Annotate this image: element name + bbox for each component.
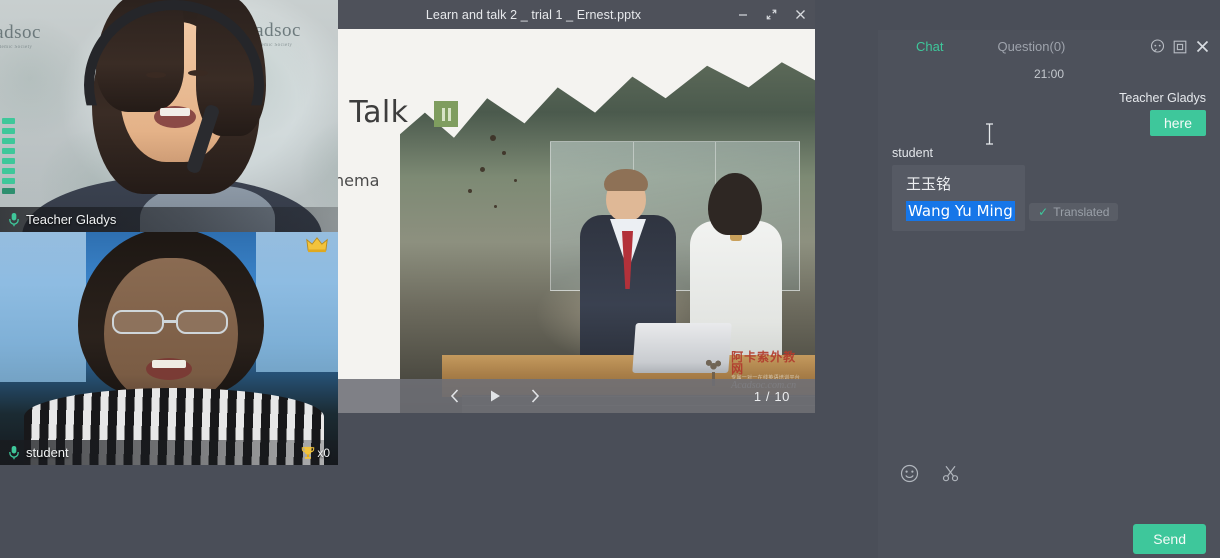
paint-splatter — [514, 179, 517, 182]
video-column: Acadsoc Online Academic Society Acadsoc … — [0, 0, 338, 465]
chat-panel: Chat Question(0) — [878, 30, 1220, 558]
send-button[interactable]: Send — [1133, 524, 1206, 554]
teacher-eye-right — [188, 70, 208, 76]
window-restore-icon[interactable] — [757, 0, 786, 29]
message-text-original: 王玉铭 — [906, 173, 1015, 194]
send-button-row: Send — [1133, 524, 1206, 554]
slide-window-titlebar[interactable]: Learn and talk 2 _ trial 1 _ Ernest.pptx — [338, 0, 815, 29]
audio-level-bar — [2, 178, 15, 184]
check-icon: ✓ — [1038, 205, 1048, 219]
next-slide-icon[interactable] — [515, 379, 555, 413]
watermark-chinese: 阿卡索外教网 — [731, 351, 807, 376]
paint-splatter — [494, 205, 497, 208]
message-bubble[interactable]: 王玉铭 Wang Yu Ming — [892, 165, 1025, 231]
student-glasses-left — [112, 310, 164, 334]
trophy-count: x0 — [317, 446, 330, 460]
chat-panel-header: Chat Question(0) — [878, 30, 1220, 63]
teacher-tile-label: Teacher Gladys — [0, 207, 338, 232]
chat-message-list[interactable]: 21:00 Teacher Gladys here student 王玉铭 Wa… — [878, 67, 1220, 452]
chat-input-area[interactable]: Send — [878, 494, 1220, 558]
student-trophy-group: x0 — [301, 446, 330, 460]
photo-man-hair — [604, 169, 648, 191]
paint-splatter — [468, 189, 472, 193]
slide-controls-bar: 1 / 10 — [338, 379, 815, 413]
chat-timestamp: 21:00 — [892, 67, 1206, 81]
acadsoc-logo-subtext: Online Academic Society — [0, 45, 41, 50]
app-root: Acadsoc Online Academic Society Acadsoc … — [0, 0, 1220, 558]
slide-window: Learn and talk 2 _ trial 1 _ Ernest.pptx — [338, 0, 815, 413]
student-background-window — [0, 232, 86, 382]
video-tile-teacher[interactable]: Acadsoc Online Academic Society Acadsoc … — [0, 0, 338, 232]
scissors-icon[interactable] — [941, 464, 960, 483]
student-video-stream — [0, 232, 338, 465]
text-cursor-icon — [985, 123, 994, 145]
audio-level-bar — [2, 158, 15, 164]
message-text-translated[interactable]: Wang Yu Ming — [906, 201, 1015, 221]
chat-header-icons — [1150, 39, 1220, 54]
audio-level-bar — [2, 168, 15, 174]
slide-title-text: d Talk — [338, 95, 408, 130]
student-glasses-right — [176, 310, 228, 334]
pause-icon[interactable] — [434, 101, 458, 127]
microphone-icon — [8, 445, 20, 460]
audio-level-bar — [2, 128, 15, 134]
minimize-icon[interactable] — [728, 0, 757, 29]
play-icon[interactable] — [475, 379, 515, 413]
trophy-icon — [301, 446, 315, 460]
emoji-icon[interactable] — [900, 464, 919, 483]
backdrop-pattern — [300, 120, 338, 220]
audio-level-bar — [2, 148, 15, 154]
speech-bubble-icon[interactable] — [1150, 39, 1165, 54]
teacher-name-label: Teacher Gladys — [26, 212, 116, 227]
student-name-label: student — [26, 445, 69, 460]
microphone-icon — [8, 212, 20, 227]
translated-badge: ✓ Translated — [1029, 203, 1118, 221]
previous-slide-icon[interactable] — [435, 379, 475, 413]
teacher-teeth — [160, 108, 190, 116]
tab-question[interactable]: Question(0) — [991, 39, 1071, 54]
window-restore-icon[interactable] — [1173, 40, 1187, 54]
translated-badge-label: Translated — [1053, 205, 1109, 219]
paint-splatter — [480, 167, 485, 172]
message-sender-name: student — [892, 146, 1206, 160]
message-sender-name: Teacher Gladys — [892, 91, 1206, 105]
chat-message-outgoing: Teacher Gladys here — [892, 91, 1206, 136]
audio-level-bar — [2, 118, 15, 124]
student-glasses-bridge — [164, 320, 176, 323]
close-icon[interactable] — [1195, 39, 1210, 54]
slide-content[interactable]: d Talk nema 阿卡索外教网 专属一对一在线英语培训平台 Acadsoc… — [338, 29, 815, 413]
student-tile-label: student x0 — [0, 440, 338, 465]
audio-level-meter — [2, 118, 15, 198]
teacher-eye-left — [146, 72, 166, 78]
audio-level-bar — [2, 138, 15, 144]
audio-level-bar — [2, 188, 15, 194]
photo-man-tie — [622, 231, 633, 289]
chat-toolbar — [878, 452, 1220, 494]
message-bubble[interactable]: here — [1150, 110, 1206, 136]
video-tile-student[interactable]: student x0 — [0, 232, 338, 465]
student-teeth — [152, 360, 186, 368]
close-icon[interactable] — [786, 0, 815, 29]
acadsoc-logo: Acadsoc Online Academic Society — [0, 22, 41, 50]
paint-splatter — [490, 135, 496, 141]
student-background-window — [256, 232, 338, 372]
acadsoc-logo-text: Acadsoc — [0, 22, 41, 43]
photo-woman-hair — [708, 173, 762, 235]
crown-icon — [306, 237, 328, 253]
slide-page-indicator: 1 / 10 — [754, 389, 790, 404]
window-controls — [728, 0, 815, 29]
paint-splatter — [502, 151, 506, 155]
teacher-video-stream: Acadsoc Online Academic Society Acadsoc … — [0, 0, 338, 232]
chat-message-incoming: student 王玉铭 Wang Yu Ming ✓ Translated — [892, 146, 1206, 231]
slide-subtitle-text: nema — [338, 171, 379, 190]
tab-chat[interactable]: Chat — [910, 39, 949, 54]
